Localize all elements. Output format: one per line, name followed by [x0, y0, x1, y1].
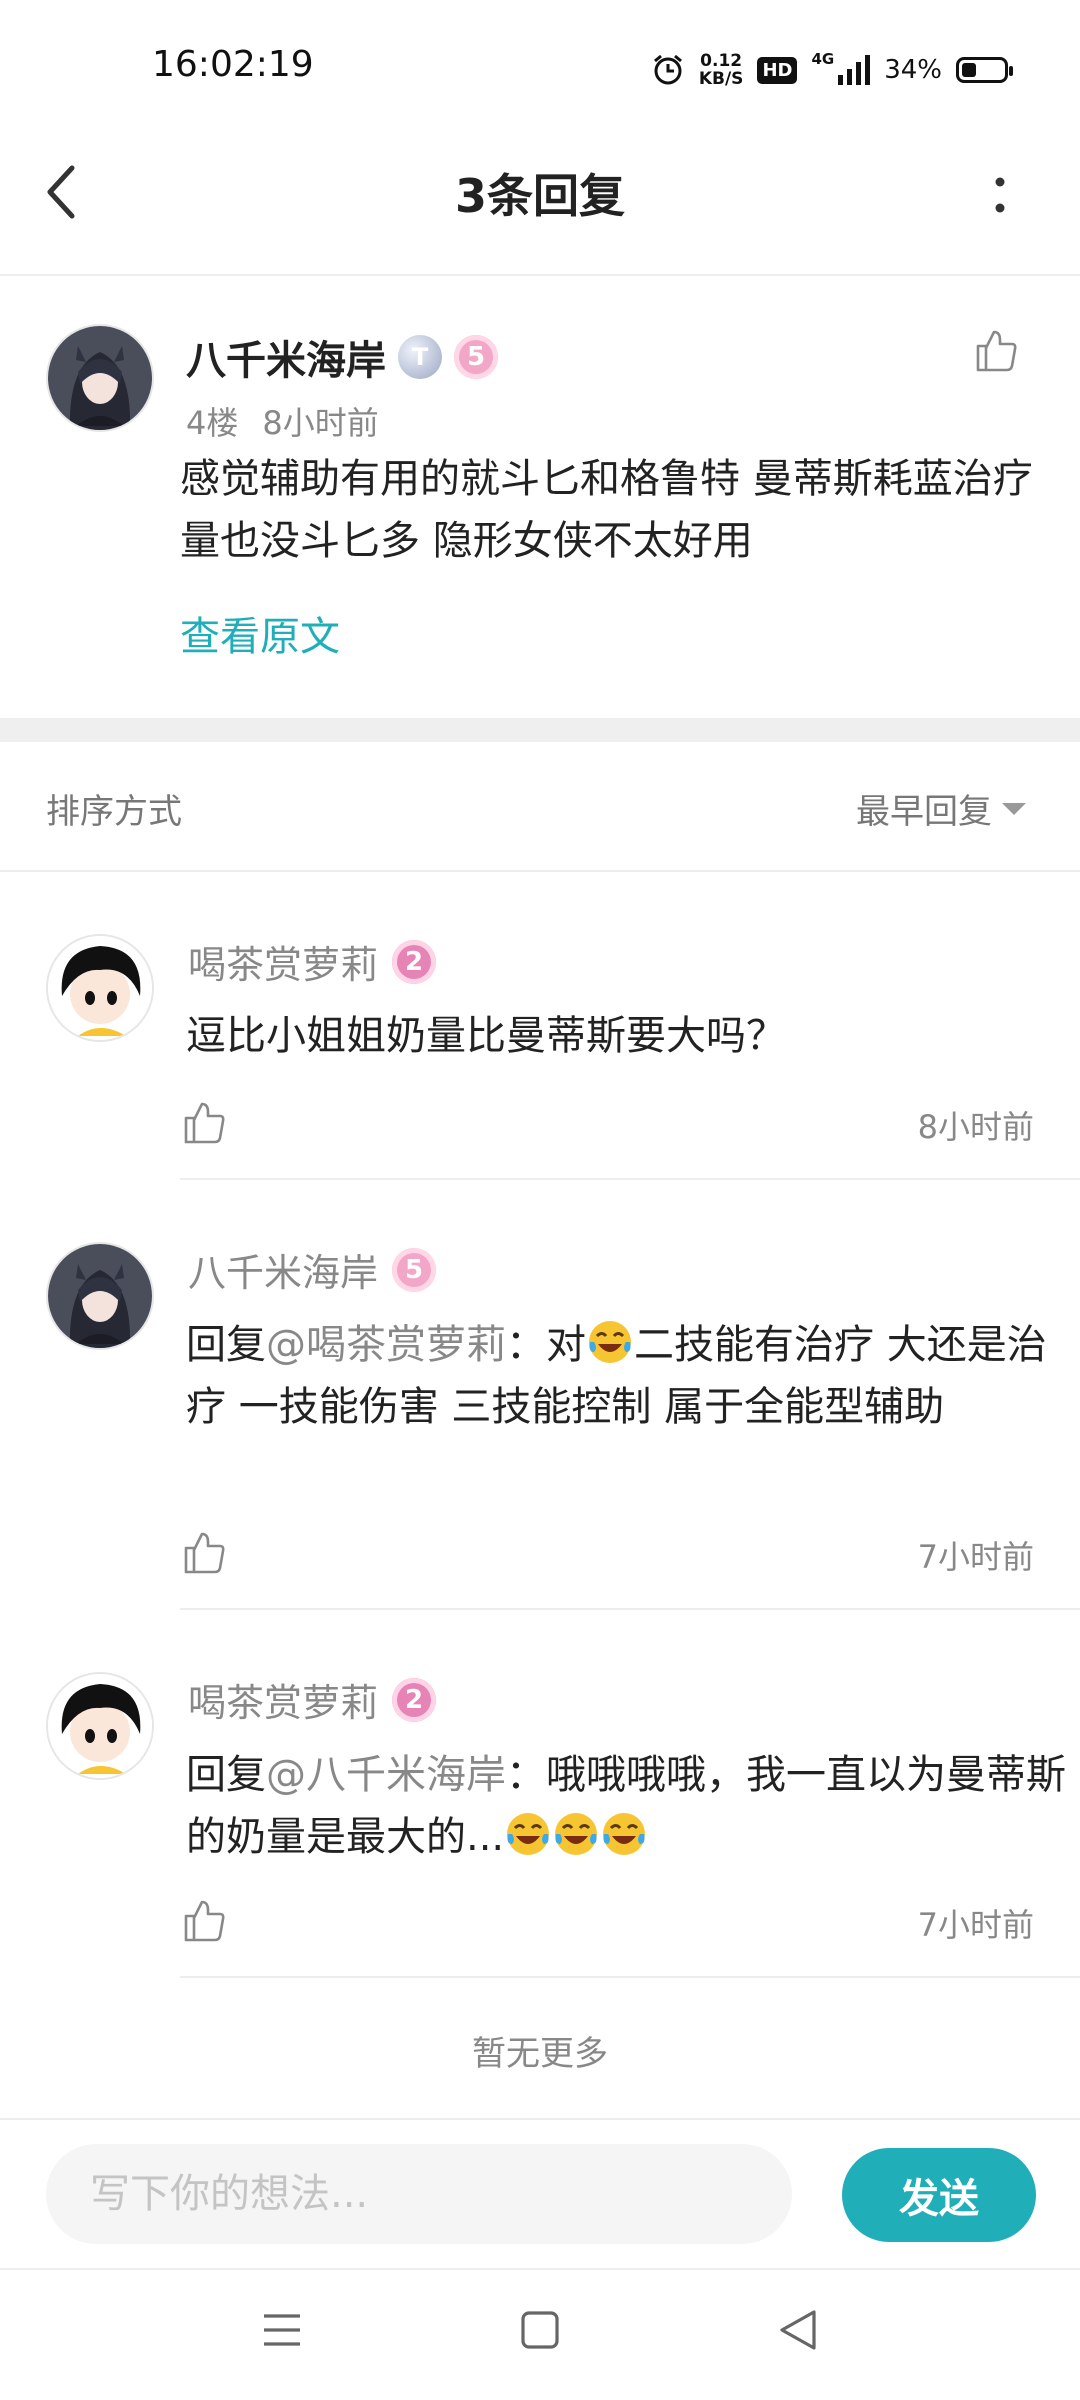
no-more-text: 暂无更多	[472, 2034, 608, 2074]
avatar-anime-girl-image	[48, 326, 152, 430]
reply-time: 7小时前	[917, 1538, 1034, 1576]
net-speed: 0.12 KB/S	[699, 52, 744, 88]
network-type: 4G	[811, 50, 835, 68]
status-time: 16:02:19	[152, 44, 314, 85]
laughing-tears-emoji-icon	[507, 1813, 550, 1855]
send-button[interactable]: 发送	[842, 2148, 1036, 2242]
avatar[interactable]	[46, 1672, 154, 1780]
reply-author-name[interactable]: 喝茶赏萝莉	[188, 1672, 378, 1727]
reply-prefix: 回复	[186, 1322, 266, 1368]
post-content: 感觉辅助有用的就斗匕和格鲁特 曼蒂斯耗蓝治疗量也没斗匕多 隐形女侠不太好用	[180, 456, 1033, 564]
laughing-tears-emoji-icon	[603, 1813, 646, 1855]
mention-link[interactable]: @喝茶赏萝莉	[266, 1322, 506, 1368]
level-number: 2	[404, 946, 424, 977]
net-speed-value: 0.12	[700, 51, 743, 71]
reply-content: 逗比小姐姐奶量比曼蒂斯要大吗？	[186, 1013, 786, 1059]
reply-prefix: 回复	[186, 1752, 266, 1798]
status-icons: 0.12 KB/S HD 4G 34%	[651, 48, 1013, 92]
battery-fill	[962, 63, 976, 77]
reply-content: 回复@喝茶赏萝莉：对 二技能有治疗 大还是治疗 一技能伤害 三技能控制 属于全能型…	[186, 1314, 1080, 1438]
laughing-tears-emoji-icon	[589, 1321, 631, 1363]
reply-time: 8小时前	[917, 1108, 1034, 1146]
thumb-up-icon[interactable]	[972, 326, 1020, 374]
level-badge: 5	[392, 1247, 437, 1292]
comment-input[interactable]	[46, 2144, 792, 2244]
level-badge: 2	[392, 1677, 437, 1722]
reply-divider	[180, 1178, 1080, 1180]
level-number: 5	[466, 342, 486, 372]
level-number: 5	[404, 1254, 424, 1285]
avatar[interactable]	[46, 1242, 154, 1350]
battery-percent: 34%	[884, 55, 942, 85]
home-square-icon[interactable]	[500, 2290, 580, 2370]
menu-icon[interactable]	[242, 2290, 322, 2370]
post-author-row: 八千米海岸 T 5	[186, 328, 498, 386]
nav-divider	[0, 2268, 1080, 2270]
reply-divider	[180, 1976, 1080, 1978]
signal-icon	[838, 55, 871, 85]
reply-text-part: ：对	[506, 1322, 586, 1368]
sort-selected: 最早回复	[856, 792, 992, 832]
avatar-cartoon-boy-image	[48, 1674, 152, 1778]
laughing-tears-emoji-icon	[555, 1813, 598, 1855]
reply-author-row: 喝茶赏萝莉 2	[188, 1672, 437, 1727]
back-triangle-icon[interactable]	[758, 2290, 838, 2370]
view-original-link[interactable]: 查看原文	[180, 604, 340, 662]
avatar-cartoon-boy-image	[48, 936, 152, 1040]
reply-author-row: 八千米海岸 5	[188, 1242, 437, 1297]
reply-content: 回复@八千米海岸：哦哦哦哦，我一直以为曼蒂斯的奶量是最大的...	[186, 1744, 1080, 1868]
title-badge: T	[398, 335, 442, 379]
post-time: 8小时前	[262, 404, 379, 442]
level-number: 2	[404, 1684, 424, 1715]
reply-divider	[180, 1608, 1080, 1610]
sort-label: 排序方式	[46, 792, 182, 832]
reply-author-name[interactable]: 八千米海岸	[188, 1242, 378, 1297]
level-badge: 5	[454, 335, 498, 379]
reply-author-row: 喝茶赏萝莉 2	[188, 934, 437, 989]
page-title: 3条回复	[454, 169, 625, 223]
input-bar-divider	[0, 2118, 1080, 2120]
thumb-up-icon[interactable]	[180, 1528, 228, 1576]
avatar[interactable]	[46, 324, 154, 432]
hd-badge: HD	[757, 56, 798, 84]
dropdown-triangle-icon	[1002, 802, 1026, 815]
mention-link[interactable]: @八千米海岸	[266, 1752, 506, 1798]
net-speed-unit: KB/S	[698, 69, 744, 89]
avatar-anime-girl-image	[48, 1244, 152, 1348]
sort-dropdown[interactable]: 最早回复	[856, 784, 1026, 833]
header-divider	[0, 274, 1080, 276]
sort-divider	[0, 870, 1080, 872]
post-meta: 4楼 8小时前	[186, 398, 379, 444]
section-divider	[0, 718, 1080, 742]
thumb-up-icon[interactable]	[180, 1896, 228, 1944]
post-author-name[interactable]: 八千米海岸	[186, 328, 386, 386]
reply-time: 7小时前	[917, 1906, 1034, 1944]
alarm-icon	[653, 54, 682, 85]
reply-author-name[interactable]: 喝茶赏萝莉	[188, 934, 378, 989]
thumb-up-icon[interactable]	[180, 1098, 228, 1146]
emoji-group	[504, 1813, 648, 1860]
avatar[interactable]	[46, 934, 154, 1042]
level-badge: 2	[392, 939, 437, 984]
battery-icon	[956, 57, 1013, 83]
post-floor: 4楼	[186, 404, 239, 442]
more-vertical-icon[interactable]	[980, 170, 1020, 222]
